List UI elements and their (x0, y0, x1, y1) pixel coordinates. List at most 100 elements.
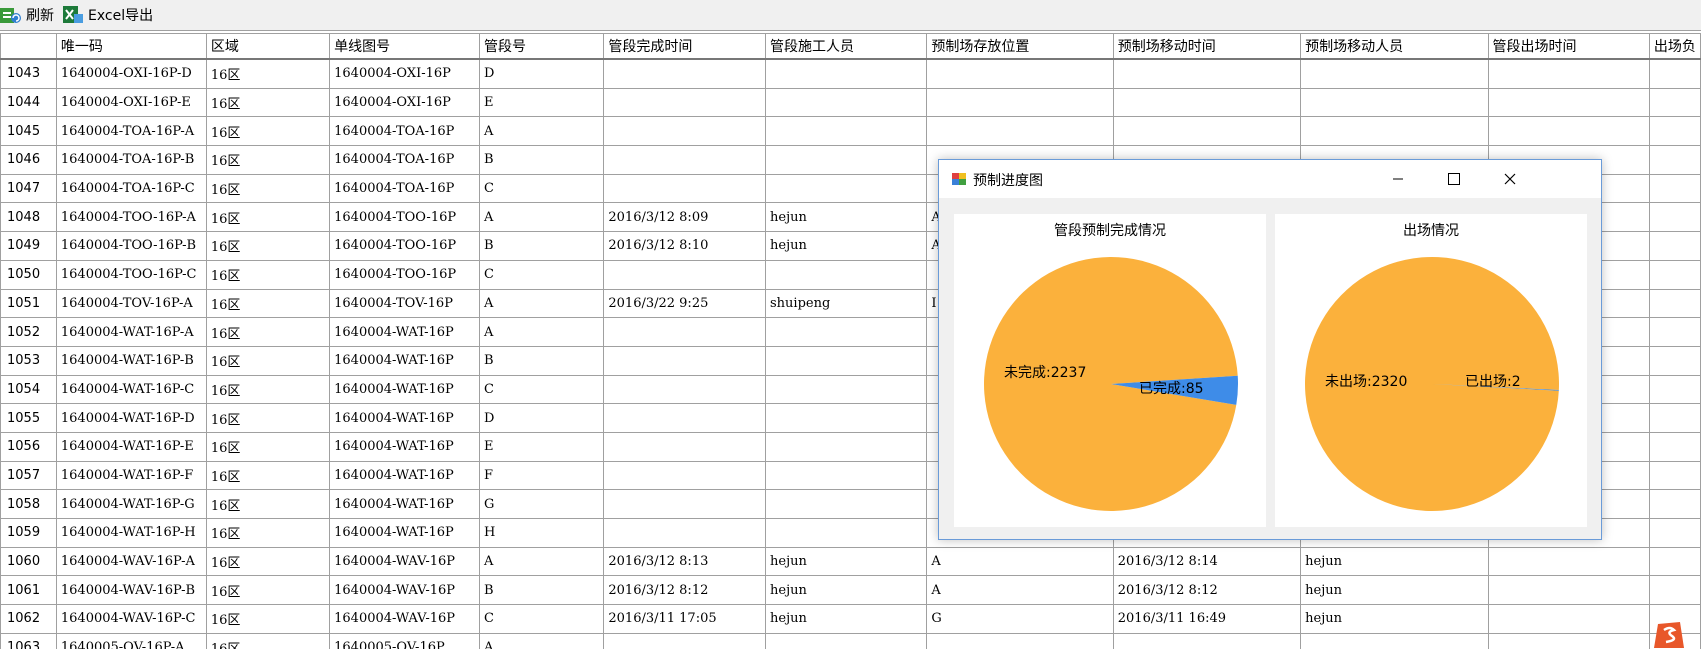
table-cell[interactable] (603, 173, 766, 204)
table-cell[interactable] (764, 116, 928, 147)
table-row[interactable]: 1061 1640004-WAV-16P-B 16区 1640004-WAV-16P B… (0, 575, 1701, 606)
table-cell[interactable] (1112, 116, 1302, 147)
row-number[interactable]: 1054 (0, 374, 57, 405)
table-cell[interactable]: 1640004-TOO-16P-B (55, 231, 207, 261)
table-cell[interactable]: hejun (764, 604, 928, 634)
table-cell[interactable]: 1640004-TOA-16P-B (55, 145, 207, 175)
refresh-button[interactable]: 刷新 (0, 2, 54, 28)
table-cell[interactable] (926, 632, 1114, 649)
table-cell[interactable]: hejun (1300, 604, 1489, 634)
table-cell[interactable] (764, 173, 928, 204)
maximize-button[interactable] (1427, 160, 1481, 198)
table-cell[interactable]: 1640004-TOA-16P (329, 116, 480, 147)
column-header[interactable]: 管段完成时间 (603, 33, 766, 60)
table-cell[interactable]: 1640004-OXI-16P (329, 87, 480, 118)
table-cell[interactable]: hejun (1300, 575, 1489, 606)
row-number[interactable]: 1051 (0, 288, 57, 319)
table-cell[interactable]: 1640004-WAV-16P-C (55, 604, 207, 634)
row-number[interactable]: 1052 (0, 317, 57, 347)
table-cell[interactable]: 1640004-TOA-16P (329, 173, 480, 204)
table-cell[interactable]: E (478, 87, 605, 118)
table-cell[interactable]: 1640004-WAT-16P-D (55, 403, 207, 433)
table-cell[interactable]: 1640004-TOO-16P-C (55, 259, 207, 290)
table-cell[interactable]: B (478, 345, 605, 376)
table-cell[interactable]: 1640004-TOO-16P-A (55, 202, 207, 233)
table-cell[interactable] (1648, 460, 1701, 491)
table-cell[interactable] (764, 58, 928, 89)
table-cell[interactable]: 2016/3/12 8:13 (603, 546, 766, 577)
row-number[interactable]: 1063 (0, 632, 57, 649)
table-cell[interactable]: C (478, 604, 605, 634)
table-cell[interactable]: 1640004-OXI-16P-D (55, 58, 207, 89)
table-cell[interactable]: 1640004-WAT-16P (329, 374, 480, 405)
excel-export-button[interactable]: Excel导出 (62, 2, 153, 28)
table-cell[interactable]: 16区 (205, 317, 331, 347)
row-number[interactable]: 1043 (0, 58, 57, 89)
table-cell[interactable] (603, 317, 766, 347)
table-cell[interactable]: 1640004-WAT-16P-E (55, 431, 207, 462)
table-row[interactable]: 1045 1640004-TOA-16P-A 16区 1640004-TOA-16P A (0, 116, 1701, 147)
table-cell[interactable]: 1640004-WAT-16P (329, 489, 480, 519)
table-cell[interactable]: hejun (764, 546, 928, 577)
table-cell[interactable] (764, 460, 928, 491)
row-number[interactable]: 1045 (0, 116, 57, 147)
table-cell[interactable] (1648, 288, 1701, 319)
table-cell[interactable] (603, 518, 766, 548)
table-cell[interactable]: E (478, 431, 605, 462)
column-header[interactable]: 唯一码 (55, 33, 207, 60)
table-cell[interactable]: 1640004-TOO-16P (329, 259, 480, 290)
table-cell[interactable] (1648, 87, 1701, 118)
table-cell[interactable] (603, 431, 766, 462)
table-cell[interactable] (926, 58, 1114, 89)
table-cell[interactable]: 2016/3/11 16:49 (1112, 604, 1302, 634)
table-cell[interactable]: A (478, 632, 605, 649)
table-cell[interactable]: A (478, 116, 605, 147)
table-cell[interactable]: 1640004-WAT-16P-F (55, 460, 207, 491)
table-cell[interactable]: 1640004-WAV-16P (329, 604, 480, 634)
table-cell[interactable] (764, 145, 928, 175)
table-cell[interactable]: A (478, 317, 605, 347)
table-cell[interactable]: 16区 (205, 403, 331, 433)
table-cell[interactable] (1300, 116, 1489, 147)
table-cell[interactable]: 2016/3/12 8:12 (1112, 575, 1302, 606)
table-cell[interactable] (1648, 403, 1701, 433)
table-cell[interactable]: 1640004-WAT-16P (329, 317, 480, 347)
table-cell[interactable] (1648, 575, 1701, 606)
table-cell[interactable]: 1640004-TOV-16P (329, 288, 480, 319)
table-cell[interactable] (1487, 58, 1650, 89)
table-cell[interactable]: 2016/3/12 8:09 (603, 202, 766, 233)
table-cell[interactable]: G (926, 604, 1114, 634)
row-number[interactable]: 1060 (0, 546, 57, 577)
table-cell[interactable]: B (478, 145, 605, 175)
table-cell[interactable] (603, 460, 766, 491)
row-number[interactable]: 1055 (0, 403, 57, 433)
table-cell[interactable] (764, 632, 928, 649)
table-cell[interactable] (1487, 575, 1650, 606)
table-cell[interactable] (764, 345, 928, 376)
table-cell[interactable]: 16区 (205, 173, 331, 204)
table-cell[interactable]: 1640004-WAT-16P (329, 345, 480, 376)
table-cell[interactable] (764, 518, 928, 548)
table-cell[interactable] (764, 374, 928, 405)
row-number[interactable]: 1059 (0, 518, 57, 548)
row-number[interactable]: 1046 (0, 145, 57, 175)
table-cell[interactable] (1648, 58, 1701, 89)
table-cell[interactable] (1648, 317, 1701, 347)
table-cell[interactable] (764, 403, 928, 433)
table-cell[interactable]: 2016/3/12 8:14 (1112, 546, 1302, 577)
table-cell[interactable]: G (478, 489, 605, 519)
row-number[interactable]: 1061 (0, 575, 57, 606)
table-cell[interactable]: 1640004-WAT-16P (329, 518, 480, 548)
table-cell[interactable]: B (478, 231, 605, 261)
column-header[interactable]: 出场负 (1648, 33, 1701, 60)
table-cell[interactable]: 16区 (205, 489, 331, 519)
table-cell[interactable] (603, 87, 766, 118)
table-cell[interactable]: 16区 (205, 632, 331, 649)
table-cell[interactable] (926, 116, 1114, 147)
table-row[interactable]: 1043 1640004-OXI-16P-D 16区 1640004-OXI-16P D (0, 58, 1701, 89)
table-cell[interactable]: 1640004-WAT-16P-H (55, 518, 207, 548)
table-cell[interactable] (1112, 58, 1302, 89)
table-cell[interactable]: 1640004-WAT-16P (329, 460, 480, 491)
close-button[interactable] (1483, 160, 1537, 198)
table-cell[interactable]: 1640004-TOO-16P (329, 202, 480, 233)
